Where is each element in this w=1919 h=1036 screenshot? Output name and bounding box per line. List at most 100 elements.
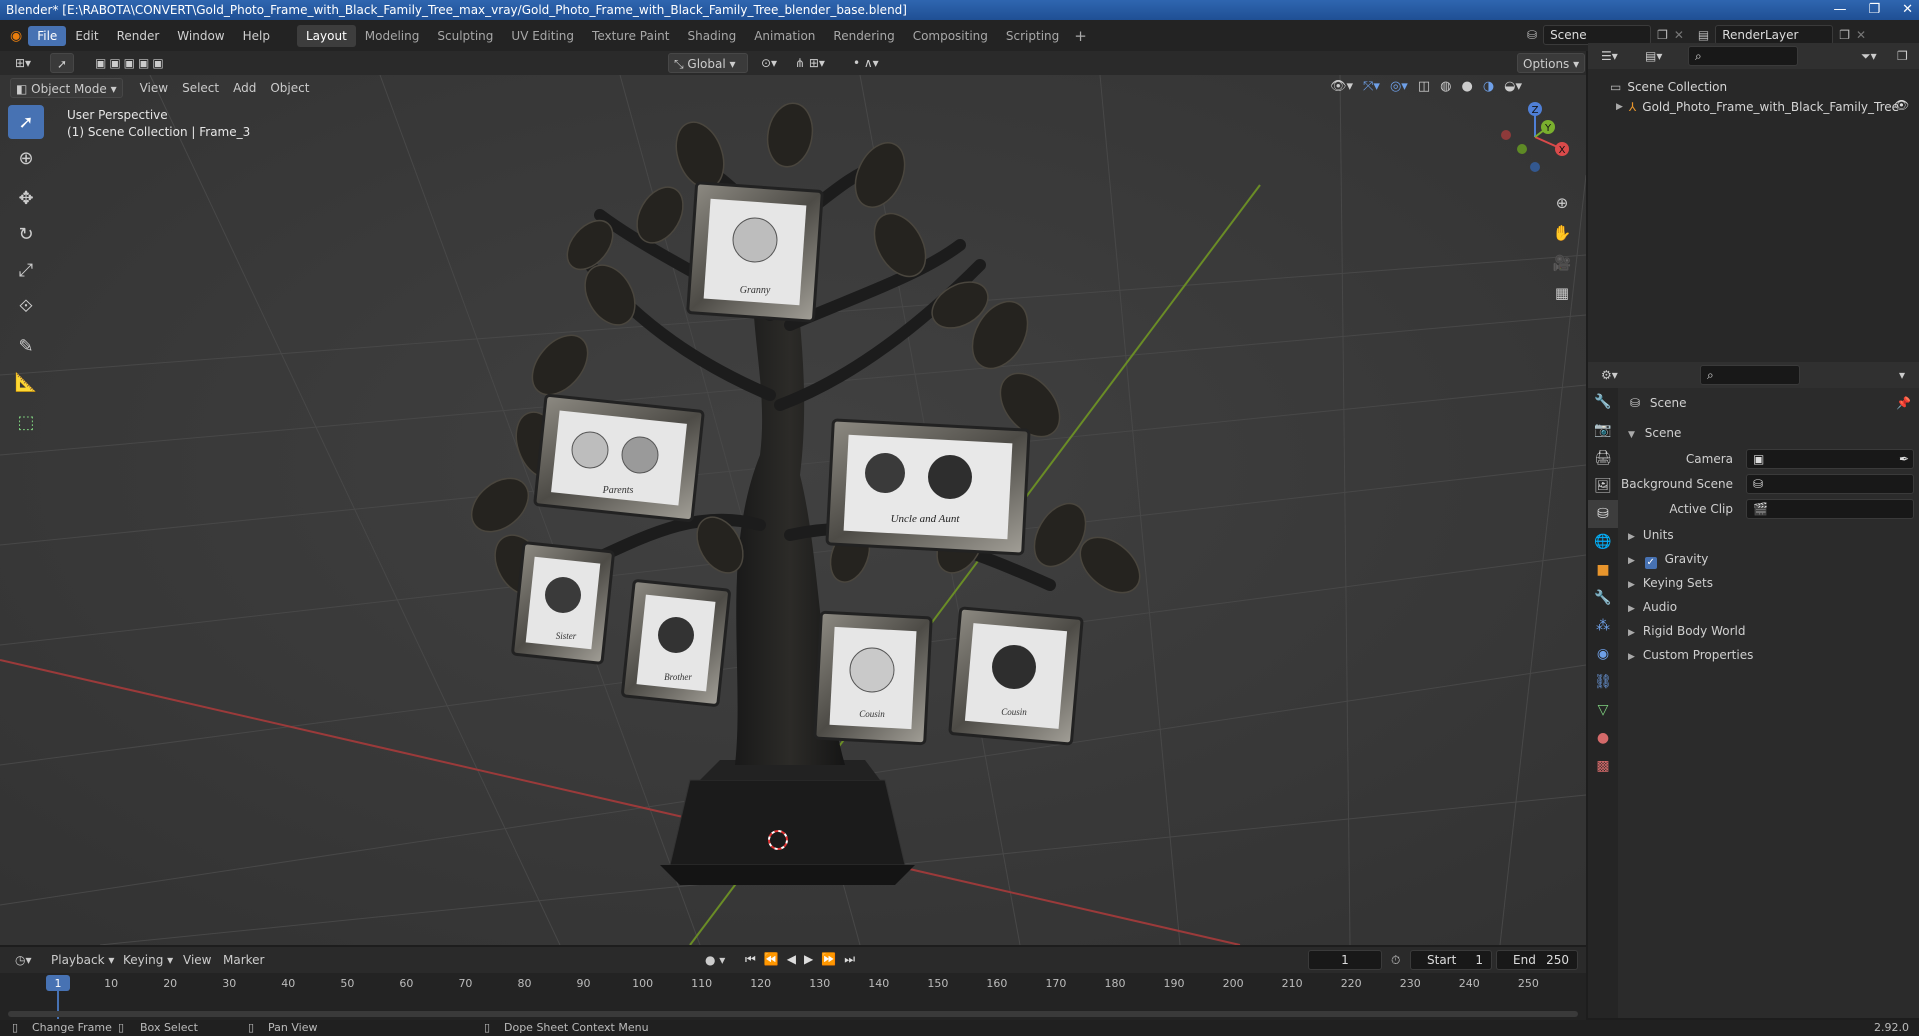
view-layer-tab-icon[interactable]: 🖼 <box>1588 472 1618 500</box>
gravity-section[interactable]: ▶ ✓ Gravity <box>1618 548 1919 570</box>
new-renderlayer-icon[interactable]: ❐ <box>1839 28 1850 42</box>
tab-modeling[interactable]: Modeling <box>356 25 429 47</box>
proportional-edit-icon[interactable]: • ∧▾ <box>848 53 884 73</box>
material-shading-icon[interactable]: ◑ <box>1483 79 1494 94</box>
output-tab-icon[interactable]: 🖨 <box>1588 444 1618 472</box>
cursor-tool-icon[interactable]: ⊕ <box>8 141 44 175</box>
prev-keyframe-icon[interactable]: ⏪ <box>764 952 779 967</box>
timeline-scrollbar[interactable] <box>8 1011 1578 1017</box>
scene-tab-icon[interactable]: ⛁ <box>1588 500 1618 528</box>
tab-layout[interactable]: Layout <box>296 24 356 47</box>
keying-sets-section[interactable]: ▶ Keying Sets <box>1618 572 1919 594</box>
timeline-menu-playback[interactable]: Playback ▾ <box>46 950 119 970</box>
visibility-icon[interactable]: 👁▾ <box>1330 79 1353 94</box>
viewport-menu-view[interactable]: View <box>135 78 173 98</box>
pan-hand-icon[interactable]: ✋ <box>1549 220 1575 246</box>
scale-tool-icon[interactable]: ⤢ <box>8 253 44 287</box>
renderlayer-field[interactable]: RenderLayer <box>1715 25 1834 45</box>
properties-options-icon[interactable]: ▾ <box>1894 365 1910 385</box>
outliner-editor-type-icon[interactable]: ☰▾ <box>1596 46 1623 66</box>
navigation-gizmo[interactable]: Z X Y <box>1490 97 1570 177</box>
wireframe-shading-icon[interactable]: ◍ <box>1440 79 1451 94</box>
remove-renderlayer-icon[interactable]: ✕ <box>1856 28 1866 42</box>
add-cube-tool-icon[interactable]: ⬚ <box>8 405 44 439</box>
scene-selector-icon[interactable]: ⛁ <box>1527 28 1537 42</box>
add-workspace-button[interactable]: + <box>1074 27 1087 45</box>
properties-search-input[interactable]: ⌕ <box>1700 365 1800 385</box>
editor-type-icon[interactable]: ⊞▾ <box>10 53 36 73</box>
blender-logo-icon[interactable]: ◉ <box>10 28 22 44</box>
renderlayer-icon[interactable]: ▤ <box>1698 28 1709 42</box>
expand-arrow-icon[interactable]: ▶ <box>1616 102 1623 112</box>
tab-animation[interactable]: Animation <box>745 25 824 47</box>
rendered-shading-icon[interactable]: ◒▾ <box>1504 79 1522 94</box>
selection-mode-icons[interactable]: ▣▣▣▣▣ <box>90 53 172 73</box>
solid-shading-icon[interactable]: ● <box>1461 79 1472 94</box>
options-dropdown[interactable]: Options ▾ <box>1517 53 1586 73</box>
gizmo-toggle-icon[interactable]: ⤧▾ <box>1363 79 1380 94</box>
transform-orientation-dropdown[interactable]: ⤡ Global ▾ <box>668 53 748 73</box>
world-tab-icon[interactable]: 🌐 <box>1588 528 1618 556</box>
tab-rendering[interactable]: Rendering <box>824 25 903 47</box>
preview-range-icon[interactable]: ⏱ <box>1386 950 1405 970</box>
measure-tool-icon[interactable]: 📐 <box>8 365 44 399</box>
menu-help[interactable]: Help <box>234 26 279 46</box>
outliner-display-mode-icon[interactable]: ▤▾ <box>1640 46 1667 66</box>
menu-file[interactable]: File <box>28 25 67 46</box>
constraints-tab-icon[interactable]: ⛓ <box>1588 668 1618 696</box>
frame-sister[interactable]: Sister <box>511 541 615 665</box>
new-scene-icon[interactable]: ❐ <box>1657 28 1668 42</box>
record-icon[interactable]: ● ▾ <box>700 950 730 970</box>
start-frame-field[interactable]: Start 1 <box>1410 950 1492 970</box>
material-tab-icon[interactable]: ● <box>1588 724 1618 752</box>
units-section[interactable]: ▶ Units <box>1618 524 1919 546</box>
background-scene-field[interactable]: ⛁ <box>1746 474 1914 494</box>
play-icon[interactable]: ▶ <box>804 952 813 967</box>
minimize-button[interactable]: — <box>1833 0 1846 20</box>
eyedropper-icon[interactable]: ✒ <box>1899 450 1909 468</box>
frame-cousin-2[interactable]: Cousin <box>948 606 1084 746</box>
particles-tab-icon[interactable]: ⁂ <box>1588 612 1618 640</box>
outliner-item[interactable]: ▶ ⅄ Gold_Photo_Frame_with_Black_Family_T… <box>1616 97 1899 117</box>
menu-render[interactable]: Render <box>108 26 169 46</box>
viewport-menu-object[interactable]: Object <box>265 78 314 98</box>
tab-shading[interactable]: Shading <box>678 25 745 47</box>
timeline-menu-view[interactable]: View <box>178 950 216 970</box>
viewport-menu-add[interactable]: Add <box>228 78 261 98</box>
close-button[interactable]: ✕ <box>1902 0 1913 20</box>
camera-view-icon[interactable]: 🎥 <box>1549 250 1575 276</box>
rotate-tool-icon[interactable]: ↻ <box>8 217 44 251</box>
maximize-button[interactable]: ❐ <box>1868 0 1880 20</box>
new-collection-icon[interactable]: ❐ <box>1892 46 1913 66</box>
menu-window[interactable]: Window <box>168 26 233 46</box>
timeline-body[interactable]: 1 10 20 30 40 50 60 70 80 90 100 110 120 130 140 150 160… <box>0 973 1586 1023</box>
frame-cousin-1[interactable]: Cousin <box>813 610 933 746</box>
overlay-toggle-icon[interactable]: ◎▾ <box>1390 79 1408 94</box>
frame-uncle-aunt[interactable]: Uncle and Aunt <box>825 418 1031 556</box>
tab-texture-paint[interactable]: Texture Paint <box>583 25 678 47</box>
frame-parents[interactable]: Parents <box>533 393 705 523</box>
scene-panel-header[interactable]: ▼ Scene <box>1618 422 1919 444</box>
audio-section[interactable]: ▶ Audio <box>1618 596 1919 618</box>
transform-tool-icon[interactable]: ⟐ <box>8 289 44 323</box>
3d-viewport[interactable]: Granny Parents Uncle and Aunt Sister Bro… <box>0 75 1586 945</box>
tab-sculpting[interactable]: Sculpting <box>428 25 502 47</box>
object-mode-dropdown[interactable]: ◧ Object Mode ▾ <box>10 78 123 98</box>
pin-icon[interactable]: 📌 <box>1896 392 1911 414</box>
tool-tab-icon[interactable]: 🔧 <box>1588 388 1618 416</box>
data-tab-icon[interactable]: ▽ <box>1588 696 1618 724</box>
remove-scene-icon[interactable]: ✕ <box>1674 28 1684 42</box>
outliner-search-input[interactable]: ⌕ <box>1688 46 1798 66</box>
camera-field[interactable]: ▣ ✒ <box>1746 449 1914 469</box>
frame-granny[interactable]: Granny <box>686 181 824 323</box>
select-tool-icon[interactable]: ➚ <box>50 53 74 73</box>
jump-start-icon[interactable]: ⏮ <box>745 952 756 967</box>
tab-scripting[interactable]: Scripting <box>997 25 1068 47</box>
custom-properties-section[interactable]: ▶ Custom Properties <box>1618 644 1919 666</box>
timeline-menu-marker[interactable]: Marker <box>218 950 269 970</box>
rigid-body-world-section[interactable]: ▶ Rigid Body World <box>1618 620 1919 642</box>
texture-tab-icon[interactable]: ▩ <box>1588 752 1618 780</box>
physics-tab-icon[interactable]: ◉ <box>1588 640 1618 668</box>
next-keyframe-icon[interactable]: ⏩ <box>821 952 836 967</box>
tab-compositing[interactable]: Compositing <box>904 25 997 47</box>
